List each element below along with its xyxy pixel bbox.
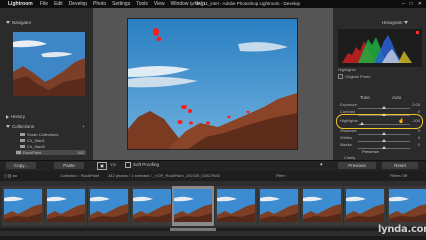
close-icon[interactable]: ✕ bbox=[418, 1, 422, 7]
collection-count: 342 bbox=[77, 150, 84, 155]
navigator-image bbox=[13, 32, 85, 96]
original-photo-label: Original Photo bbox=[345, 74, 371, 79]
menu-items: File Edit Develop Photo Settings Tools V… bbox=[40, 1, 205, 7]
collection-label: Ch_Start2 bbox=[27, 144, 46, 149]
collection-label: Ch_Start1 bbox=[27, 138, 46, 143]
window-title: lynda_11_intel - Adobe Photoshop Lightro… bbox=[190, 1, 300, 6]
filmstrip-thumbnail-selected[interactable] bbox=[172, 186, 214, 226]
slider-label: Shadows bbox=[340, 128, 357, 133]
collection-item[interactable]: Smart Collections bbox=[20, 132, 58, 137]
menu-view[interactable]: View bbox=[154, 1, 165, 7]
menu-develop[interactable]: Develop bbox=[69, 1, 87, 7]
soft-proofing-checkbox[interactable] bbox=[125, 162, 131, 168]
highlight-clipping-indicator bbox=[416, 31, 419, 34]
collection-item-selected[interactable]: RockPaint 342 bbox=[16, 150, 86, 155]
collapse-triangle-icon bbox=[6, 21, 10, 25]
shadows-slider[interactable]: Shadows 0 bbox=[340, 128, 420, 135]
navigator-label: Navigator bbox=[12, 20, 32, 25]
menu-photo[interactable]: Photo bbox=[93, 1, 106, 7]
collection-item[interactable]: Ch_Start1 bbox=[20, 138, 45, 143]
auto-button[interactable]: Auto bbox=[392, 95, 401, 100]
add-collection-icon[interactable]: + bbox=[82, 124, 85, 129]
filmstrip-thumbnail[interactable] bbox=[45, 186, 87, 226]
histogram-label: Histogram bbox=[382, 20, 403, 25]
navigator-preview[interactable] bbox=[13, 32, 85, 96]
filmstrip-thumbnail[interactable] bbox=[215, 186, 257, 226]
exposure-slider[interactable]: Exposure 0.00 bbox=[340, 102, 420, 109]
menu-bar: Lightroom File Edit Develop Photo Settin… bbox=[0, 0, 426, 8]
filmstrip-thumbnail[interactable] bbox=[387, 186, 426, 226]
filmstrip-view-icons[interactable]: ▯ ▥ ◂ ▸ bbox=[4, 173, 17, 178]
app-name: Lightroom bbox=[8, 1, 33, 7]
checkbox-icon bbox=[338, 74, 343, 80]
blacks-slider[interactable]: Blacks 0 bbox=[340, 142, 420, 149]
collection-path[interactable]: Collection : RockPaint bbox=[60, 173, 99, 178]
watermark-logo: lynda.com bbox=[378, 224, 426, 235]
filter-dropdown[interactable]: Filters Off bbox=[390, 173, 407, 178]
slider-label: Blacks bbox=[340, 142, 352, 147]
slider-knob[interactable] bbox=[382, 146, 386, 149]
filmstrip-scrollbar[interactable] bbox=[0, 228, 426, 231]
menu-tools[interactable]: Tools bbox=[136, 1, 148, 7]
previous-button[interactable]: Previous bbox=[338, 162, 376, 169]
history-label: History bbox=[11, 114, 26, 119]
collection-label: RockPaint bbox=[23, 150, 42, 155]
expand-triangle-icon bbox=[6, 114, 9, 119]
slider-value[interactable]: 0.00 bbox=[412, 102, 420, 107]
folder-icon bbox=[20, 133, 25, 137]
collapse-triangle-icon bbox=[403, 21, 408, 25]
slider-value[interactable]: 0 bbox=[418, 109, 420, 114]
tone-label: Tone bbox=[360, 95, 370, 100]
photo-image bbox=[128, 19, 297, 149]
presence-label: Presence bbox=[362, 149, 379, 154]
collection-label: Smart Collections bbox=[27, 132, 59, 137]
whites-slider[interactable]: Whites 0 bbox=[340, 135, 420, 142]
histogram-graph bbox=[342, 31, 419, 63]
highlights-readout: Highlights bbox=[338, 67, 356, 72]
folder-icon bbox=[20, 139, 25, 143]
collapse-triangle-icon bbox=[6, 125, 10, 129]
maximize-icon[interactable]: □ bbox=[410, 1, 413, 7]
navigator-header[interactable]: Navigator bbox=[6, 20, 31, 26]
collections-label: Collections bbox=[12, 124, 35, 129]
menu-edit[interactable]: Edit bbox=[54, 1, 63, 7]
photo-canvas[interactable] bbox=[128, 19, 297, 149]
folder-icon bbox=[16, 151, 21, 155]
slider-value[interactable]: 0 bbox=[418, 128, 420, 133]
view-mode-icon[interactable]: ▣ bbox=[97, 162, 107, 170]
menu-window[interactable]: Window bbox=[171, 1, 189, 7]
window-controls: – □ ✕ bbox=[402, 1, 422, 7]
histogram[interactable] bbox=[338, 29, 422, 67]
filter-label: Filter : bbox=[276, 173, 288, 178]
menu-settings[interactable]: Settings bbox=[112, 1, 130, 7]
filmstrip-thumbnail[interactable] bbox=[344, 186, 386, 226]
copy-button[interactable]: Copy... bbox=[6, 162, 36, 169]
slider-value[interactable]: 0 bbox=[418, 135, 420, 140]
collections-header[interactable]: Collections + bbox=[6, 124, 85, 130]
before-after-icon[interactable]: Y|Y bbox=[110, 162, 116, 167]
reset-button[interactable]: Reset bbox=[382, 162, 418, 169]
slider-value[interactable]: 0 bbox=[418, 142, 420, 147]
filmstrip-thumbnail[interactable] bbox=[258, 186, 300, 226]
histogram-header[interactable]: Histogram bbox=[382, 20, 410, 26]
filmstrip-thumbnail[interactable] bbox=[131, 186, 173, 226]
history-header[interactable]: History bbox=[6, 114, 25, 120]
minimize-icon[interactable]: – bbox=[402, 1, 405, 7]
filmstrip-thumbnail[interactable] bbox=[2, 186, 44, 226]
slider-label: Whites bbox=[340, 135, 353, 140]
slider-label: Exposure bbox=[340, 102, 357, 107]
scrollbar-thumb[interactable] bbox=[170, 228, 216, 231]
toolbar-dropdown-icon[interactable]: ▾ bbox=[320, 162, 323, 168]
folder-icon bbox=[20, 145, 25, 149]
soft-proofing-label: Soft Proofing bbox=[133, 162, 160, 167]
paste-button[interactable]: Paste bbox=[54, 162, 84, 169]
collection-item[interactable]: Ch_Start2 bbox=[20, 144, 45, 149]
photo-count: 342 photos / 1 selected / _VOF_RockPaint… bbox=[108, 173, 221, 178]
filmstrip-thumbnail[interactable] bbox=[301, 186, 343, 226]
filmstrip bbox=[0, 181, 426, 236]
menu-file[interactable]: File bbox=[40, 1, 48, 7]
filmstrip-thumbnail[interactable] bbox=[88, 186, 130, 226]
highlight-ring bbox=[336, 114, 423, 129]
original-photo-checkbox[interactable]: Original Photo bbox=[338, 74, 371, 80]
